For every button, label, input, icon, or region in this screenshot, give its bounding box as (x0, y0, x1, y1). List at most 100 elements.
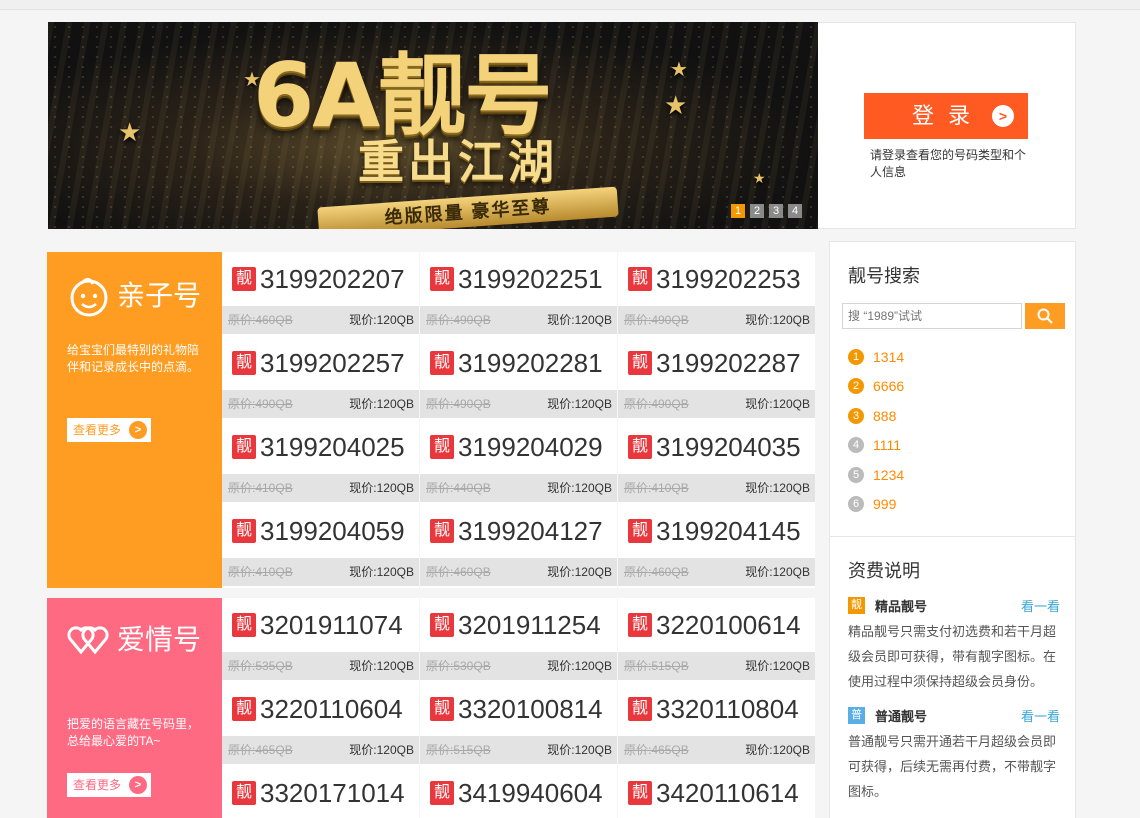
current-price: 现价:120QB (745, 397, 810, 411)
original-price: 原价:460QB (228, 313, 293, 327)
banner-headline: 6A靓号 (253, 44, 552, 147)
banner-pager: 1 2 3 4 (731, 204, 802, 218)
hot-search-item[interactable]: 3 888 (848, 401, 904, 431)
number-value: 3320171014 (260, 778, 405, 808)
number-value: 3199202207 (260, 264, 405, 294)
promo-banner[interactable]: ★ ★ ★ ★ ★ 6A靓号 重出江湖 绝版限量 豪华至尊 (48, 22, 818, 229)
price-bar: 原价:490QB 现价:120QB (618, 306, 815, 334)
price-bar: 原价:490QB 现价:120QB (420, 390, 617, 418)
login-button[interactable]: 登录 > (864, 93, 1028, 139)
number-card[interactable]: 靓 3199204127 原价:460QB 现价:120QB (420, 504, 617, 588)
number-grid-love: 靓 3201911074 原价:535QB 现价:120QB 靓 3201911254 原价… (222, 598, 816, 818)
number-card[interactable]: 靓 3199204059 原价:410QB 现价:120QB (222, 504, 419, 588)
number-card[interactable]: 靓 3199202253 原价:490QB 现价:120QB (618, 252, 815, 336)
original-price: 原价:460QB (426, 565, 491, 579)
number-value: 3201911254 (458, 610, 601, 640)
rank-icon: 5 (848, 466, 864, 483)
star-icon: ★ (753, 170, 766, 186)
number-card[interactable]: 靓 3199202207 原价:460QB 现价:120QB (222, 252, 419, 336)
double-heart-icon (67, 626, 109, 655)
number-card[interactable]: 靓 3199202281 原价:490QB 现价:120QB (420, 336, 617, 420)
number-card[interactable]: 靓 3201911074 原价:535QB 现价:120QB (222, 598, 419, 682)
hot-search-item[interactable]: 6 999 (848, 490, 904, 520)
star-icon: ★ (664, 90, 688, 120)
current-price: 现价:120QB (349, 659, 414, 673)
search-title: 靓号搜索 (848, 266, 920, 286)
number-card[interactable]: 靓 3419940604 (420, 766, 617, 818)
price-bar: 原价:515QB 现价:120QB (420, 736, 617, 764)
current-price: 现价:120QB (547, 659, 612, 673)
star-icon: ★ (670, 59, 688, 81)
pretty-number-badge-icon: 靓 (430, 435, 454, 459)
current-price: 现价:120QB (547, 313, 612, 327)
number-card[interactable]: 靓 3420110614 (618, 766, 815, 818)
number-value: 3199202281 (458, 348, 603, 378)
number-card[interactable]: 靓 3201911254 原价:530QB 现价:120QB (420, 598, 617, 682)
see-more-button[interactable]: 查看更多 > (67, 773, 151, 797)
number-card[interactable]: 靓 3220110604 原价:465QB 现价:120QB (222, 682, 419, 766)
fee-item-text: 普通靓号只需开通若干月超级会员即可获得，后续无需再付费，不带靓字图标。 (848, 734, 1057, 799)
rank-icon: 1 (848, 348, 864, 365)
hot-search-item[interactable]: 5 1234 (848, 460, 904, 490)
number-grid-parent-child: 靓 3199202207 原价:460QB 现价:120QB 靓 3199202251 原价… (222, 252, 816, 588)
search-button[interactable] (1025, 303, 1065, 329)
number-card[interactable]: 靓 3199202257 原价:490QB 现价:120QB (222, 336, 419, 420)
login-tip: 请登录查看您的号码类型和个人信息 (870, 148, 1027, 179)
top-bar (0, 0, 1140, 10)
number-card[interactable]: 靓 3320171014 (222, 766, 419, 818)
search-input[interactable] (842, 303, 1022, 329)
banner-page-2[interactable]: 2 (750, 204, 764, 218)
number-card[interactable]: 靓 3320110804 原价:465QB 现价:120QB (618, 682, 815, 766)
original-price: 原价:490QB (426, 397, 491, 411)
pretty-number-badge-icon: 靓 (232, 697, 256, 721)
chevron-right-icon: > (129, 776, 147, 794)
hot-search-item[interactable]: 2 6666 (848, 372, 904, 402)
look-link[interactable]: 看一看 (1021, 706, 1060, 725)
star-icon: ★ (118, 117, 142, 147)
banner-page-3[interactable]: 3 (769, 204, 783, 218)
number-value: 3199202251 (458, 264, 603, 294)
number-value: 3199204127 (458, 516, 603, 546)
look-link[interactable]: 看一看 (1021, 596, 1060, 615)
hot-search-value: 1111 (873, 437, 902, 454)
hot-search-item[interactable]: 1 1314 (848, 342, 904, 372)
price-bar: 原价:465QB 现价:120QB (618, 736, 815, 764)
number-card[interactable]: 靓 3199204025 原价:410QB 现价:120QB (222, 420, 419, 504)
fee-title: 资费说明 (848, 561, 920, 581)
hot-search-value: 6666 (873, 378, 905, 395)
original-price: 原价:535QB (228, 659, 293, 673)
pretty-number-badge-icon: 靓 (628, 267, 652, 291)
number-card[interactable]: 靓 3199204029 原价:440QB 现价:120QB (420, 420, 617, 504)
pretty-number-badge-icon: 靓 (232, 613, 256, 637)
number-card[interactable]: 靓 3199204145 原价:460QB 现价:120QB (618, 504, 815, 588)
number-value: 3320110804 (656, 694, 799, 724)
category-title: 亲子号 (117, 280, 202, 311)
hot-search-item[interactable]: 4 1111 (848, 431, 904, 461)
number-card[interactable]: 靓 3199202287 原价:490QB 现价:120QB (618, 336, 815, 420)
number-card[interactable]: 靓 3220100614 原价:515QB 现价:120QB (618, 598, 815, 682)
category-logo: 爱情号 (67, 620, 201, 660)
hot-search-list: 1 1314 2 6666 3 888 4 1111 5 1234 6 999 (848, 342, 904, 519)
see-more-button[interactable]: 查看更多 > (67, 418, 151, 442)
current-price: 现价:120QB (745, 313, 810, 327)
price-bar: 原价:465QB 现价:120QB (222, 736, 419, 764)
pretty-number-badge-icon: 靓 (430, 781, 454, 805)
price-bar: 原价:460QB 现价:120QB (420, 558, 617, 586)
current-price: 现价:120QB (349, 313, 414, 327)
banner-page-4[interactable]: 4 (788, 204, 802, 218)
rank-icon: 6 (848, 496, 864, 513)
number-card[interactable]: 靓 3199202251 原价:490QB 现价:120QB (420, 252, 617, 336)
search-icon (1037, 308, 1053, 324)
current-price: 现价:120QB (349, 481, 414, 495)
number-value: 3420110614 (656, 778, 799, 808)
number-card[interactable]: 靓 3199204035 原价:410QB 现价:120QB (618, 420, 815, 504)
number-card[interactable]: 靓 3320100814 原价:515QB 现价:120QB (420, 682, 617, 766)
original-price: 原价:515QB (624, 659, 689, 673)
original-price: 原价:410QB (228, 481, 293, 495)
rank-icon: 3 (848, 407, 864, 424)
current-price: 现价:120QB (349, 565, 414, 579)
number-value: 3220100614 (656, 610, 801, 640)
fee-item-premium: 靓 精品靓号 看一看 精品靓号只需支付初选费和若干月超级会员即可获得，带有靓字图… (848, 595, 1064, 694)
pretty-number-badge-icon: 靓 (232, 351, 256, 375)
banner-page-1[interactable]: 1 (731, 204, 745, 218)
